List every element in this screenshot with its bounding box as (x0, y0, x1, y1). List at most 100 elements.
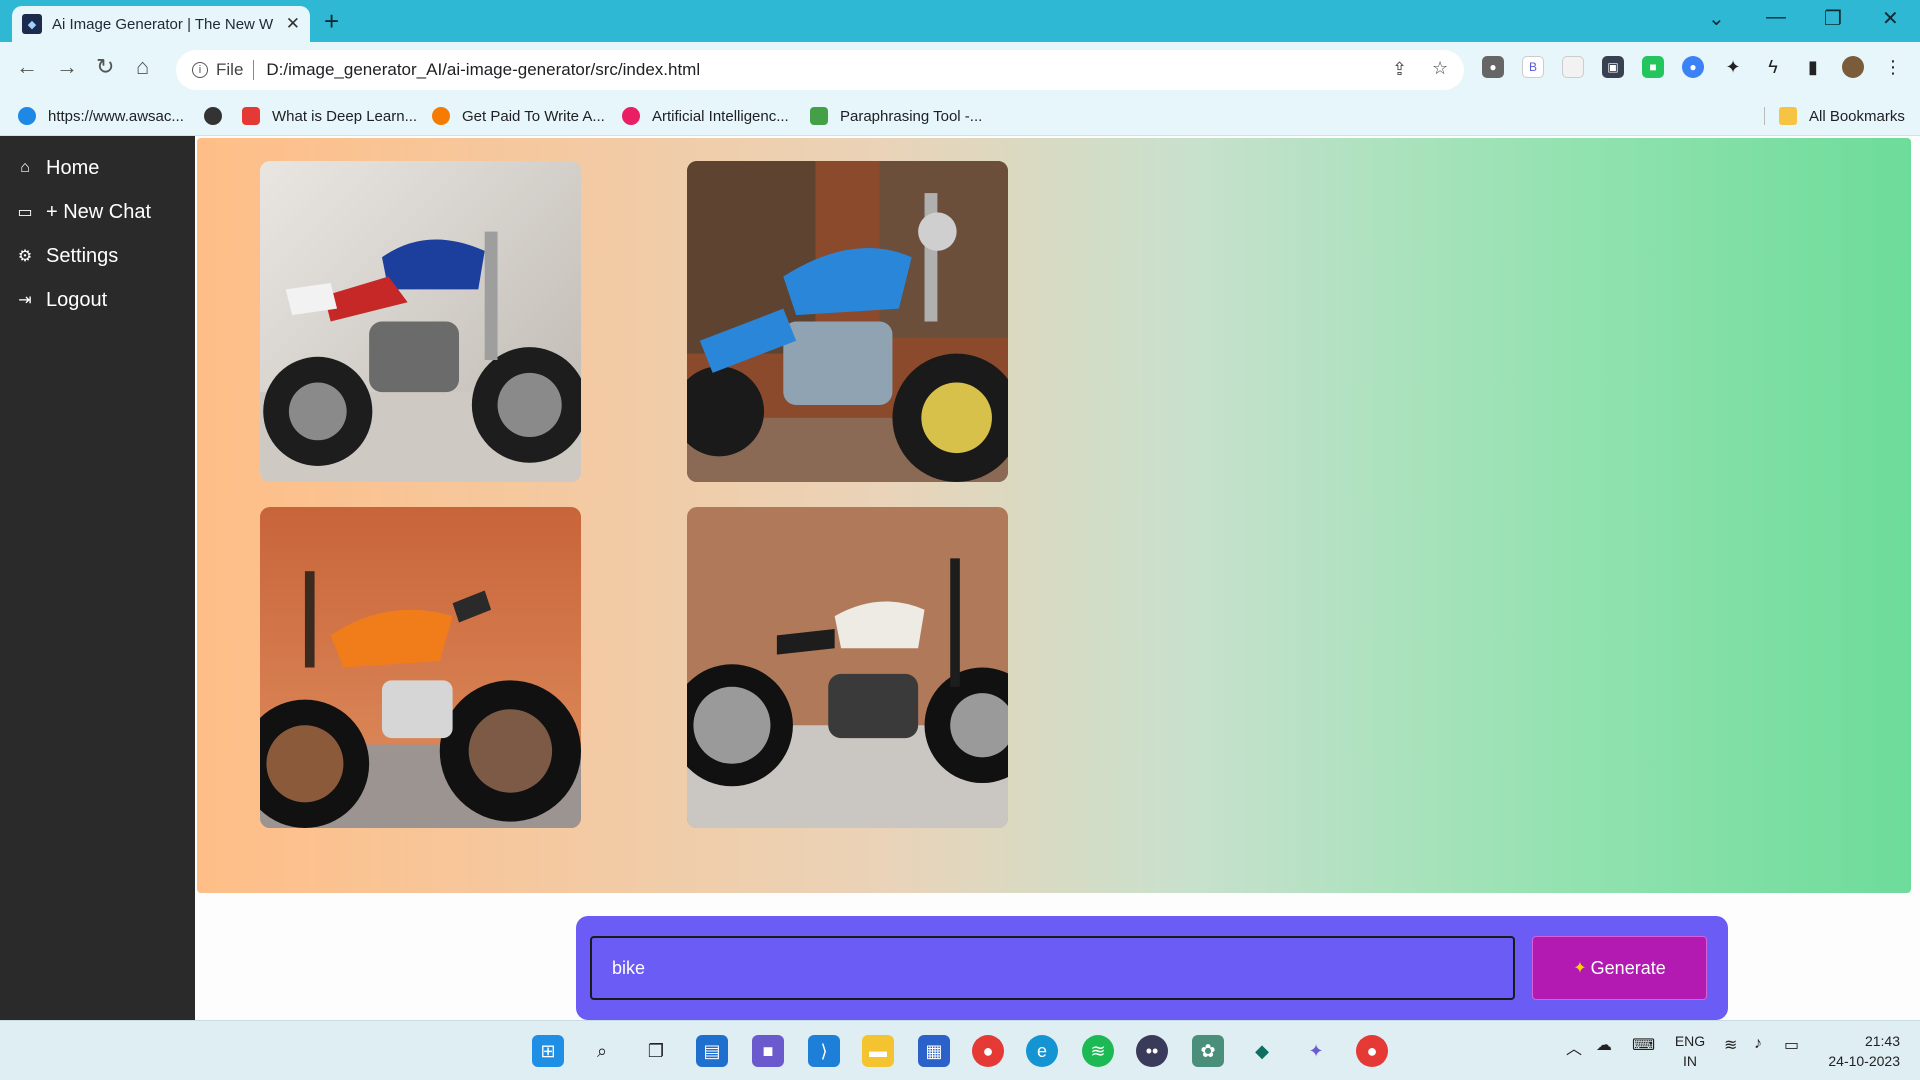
tab-close-icon[interactable]: ✕ (286, 14, 300, 34)
lang-bottom: IN (1683, 1053, 1697, 1069)
all-bookmarks-label: All Bookmarks (1809, 107, 1905, 125)
address-bar[interactable]: i File D:/image_generator_AI/ai-image-ge… (176, 50, 1464, 90)
bookmark-label: Paraphrasing Tool -... (840, 107, 983, 125)
search-icon[interactable]: ⌕ (586, 1035, 618, 1067)
generated-image-3[interactable] (260, 507, 581, 828)
extension-green-icon[interactable]: ■ (1642, 56, 1664, 78)
sidebar-item-label: + New Chat (46, 200, 152, 223)
address-scheme: File (216, 60, 244, 79)
share-icon[interactable]: ⇪ (1392, 59, 1407, 80)
browser-tab-bar: ◆ Ai Image Generator | The New W ✕ + ⌄ —… (0, 0, 1920, 42)
battery-icon[interactable]: ▭ (1784, 1035, 1799, 1055)
sidebar-item-label: Home (46, 156, 100, 179)
browser-tab[interactable]: ◆ Ai Image Generator | The New W ✕ (12, 6, 310, 42)
teams-icon[interactable]: ■ (752, 1035, 784, 1067)
store-icon[interactable]: ▦ (918, 1035, 950, 1067)
copilot-icon[interactable]: ✦ (1300, 1035, 1332, 1067)
browser-menu-icon[interactable]: ⋮ (1882, 56, 1904, 78)
sidebar-item-settings[interactable]: ⚙ Settings (0, 234, 195, 278)
extension-blue-icon[interactable]: ● (1682, 56, 1704, 78)
prompt-input[interactable] (590, 936, 1515, 1000)
profile-avatar[interactable] (1842, 56, 1864, 78)
lang-top: ENG (1674, 1033, 1706, 1049)
bookmark-item[interactable]: https://www.awsac... (18, 107, 184, 125)
generated-image-4[interactable] (687, 507, 1008, 828)
volume-icon[interactable]: ♪ (1754, 1035, 1762, 1053)
close-window-icon[interactable]: ✕ (1882, 6, 1899, 31)
os-taskbar: ⊞ ⌕ ❐ ▤ ■ ⟩ ▬ ▦ ● e ≋ •• ✿ ◆ ✦ ● ︿ ☁ ⌨ E… (0, 1020, 1920, 1080)
keyboard-icon[interactable]: ⌨ (1632, 1035, 1655, 1055)
new-tab-icon[interactable]: + (324, 6, 339, 37)
gear-icon: ⚙ (17, 248, 33, 265)
motorcycle-image-icon (260, 161, 581, 482)
address-toolbar: ← → ↻ ⌂ i File D:/image_generator_AI/ai-… (0, 42, 1920, 98)
extensions-puzzle-icon[interactable]: ✦ (1722, 56, 1744, 78)
reload-icon[interactable]: ↻ (96, 54, 114, 80)
extension-b-icon[interactable]: B (1522, 56, 1544, 78)
bookmark-item[interactable]: Paraphrasing Tool -... (810, 107, 982, 125)
bookmark-item[interactable]: What is Deep Learn... (242, 107, 417, 125)
tray-overflow-icon[interactable]: ︿ (1566, 1035, 1582, 1059)
vscode-icon[interactable]: ⟩ (808, 1035, 840, 1067)
task-view-icon[interactable]: ❐ (640, 1035, 672, 1067)
wifi-icon[interactable]: ≋ (1724, 1035, 1737, 1055)
clock-time: 21:43 (1864, 1033, 1900, 1049)
extension-robot-icon[interactable]: ● (1482, 56, 1504, 78)
app-leaf-icon[interactable]: ◆ (1246, 1035, 1278, 1067)
chrome-icon[interactable]: ● (972, 1035, 1004, 1067)
sidebar-item-new-chat[interactable]: ▭ + New Chat (0, 190, 195, 234)
sidebar-item-logout[interactable]: ⇥ Logout (0, 278, 195, 322)
image-gallery (197, 138, 1911, 893)
bookmark-label: https://www.awsac... (48, 107, 184, 125)
prompt-bar: ✦ Generate (576, 916, 1728, 1020)
generated-image-1[interactable] (260, 161, 581, 482)
tab-search-icon[interactable]: ⌄ (1708, 6, 1725, 31)
bookmark-label: Artificial Intelligenc... (652, 107, 789, 125)
edge-icon[interactable]: e (1026, 1035, 1058, 1067)
bookmarks-bar: https://www.awsac... What is Deep Learn.… (0, 98, 1920, 136)
tab-title: Ai Image Generator | The New W (52, 15, 274, 33)
chatgpt-icon[interactable]: ✿ (1192, 1035, 1224, 1067)
sidebar-item-label: Logout (46, 288, 108, 311)
restore-icon[interactable]: ❐ (1824, 6, 1842, 31)
bookmark-item[interactable]: Artificial Intelligenc... (622, 107, 789, 125)
bookmark-star-icon[interactable]: ☆ (1432, 58, 1448, 79)
windows-start-icon[interactable]: ⊞ (532, 1035, 564, 1067)
forward-icon[interactable]: → (56, 54, 78, 80)
file-explorer-icon[interactable]: ▬ (862, 1035, 894, 1067)
bookmark-label: What is Deep Learn... (272, 107, 418, 125)
generated-image-2[interactable] (687, 161, 1008, 482)
site-info-icon[interactable]: i (192, 62, 208, 78)
folder-icon (1779, 107, 1797, 125)
bookmark-icon (810, 107, 828, 125)
bookmark-icon (432, 107, 450, 125)
bookmark-item[interactable]: Get Paid To Write A... (432, 107, 605, 125)
minimize-icon[interactable]: — (1766, 6, 1786, 29)
extension-blank-icon[interactable] (1562, 56, 1584, 78)
motorcycle-image-icon (687, 161, 1008, 482)
side-panel-icon[interactable]: ▮ (1802, 56, 1824, 78)
generate-button[interactable]: ✦ Generate (1532, 936, 1707, 1000)
address-url[interactable]: D:/image_generator_AI/ai-image-generator… (266, 60, 700, 80)
widgets-icon[interactable]: ▤ (696, 1035, 728, 1067)
spotify-icon[interactable]: ≋ (1082, 1035, 1114, 1067)
sidebar-item-home[interactable]: ⌂ Home (0, 146, 195, 190)
language-indicator[interactable]: ENG IN (1672, 1031, 1708, 1071)
sparkle-icon: ✦ (1573, 960, 1587, 977)
home-browser-icon[interactable]: ⌂ (136, 54, 149, 80)
system-clock[interactable]: 21:43 24-10-2023 (1820, 1031, 1900, 1071)
onedrive-icon[interactable]: ☁ (1596, 1035, 1612, 1055)
main-content: ✦ Generate (195, 136, 1920, 1020)
extension-image-icon[interactable]: ▣ (1602, 56, 1624, 78)
motorcycle-image-icon (260, 507, 581, 828)
bookmark-item[interactable] (204, 107, 234, 125)
tab-favicon-icon: ◆ (22, 14, 42, 34)
chrome-profile-icon[interactable]: ● (1356, 1035, 1388, 1067)
sidebar-item-label: Settings (46, 244, 119, 267)
bookmark-icon (18, 107, 36, 125)
generate-button-label: Generate (1590, 957, 1666, 978)
all-bookmarks[interactable]: All Bookmarks (1764, 107, 1905, 125)
app-face-icon[interactable]: •• (1136, 1035, 1168, 1067)
back-icon[interactable]: ← (16, 54, 38, 80)
performance-icon[interactable]: ϟ (1762, 56, 1784, 78)
